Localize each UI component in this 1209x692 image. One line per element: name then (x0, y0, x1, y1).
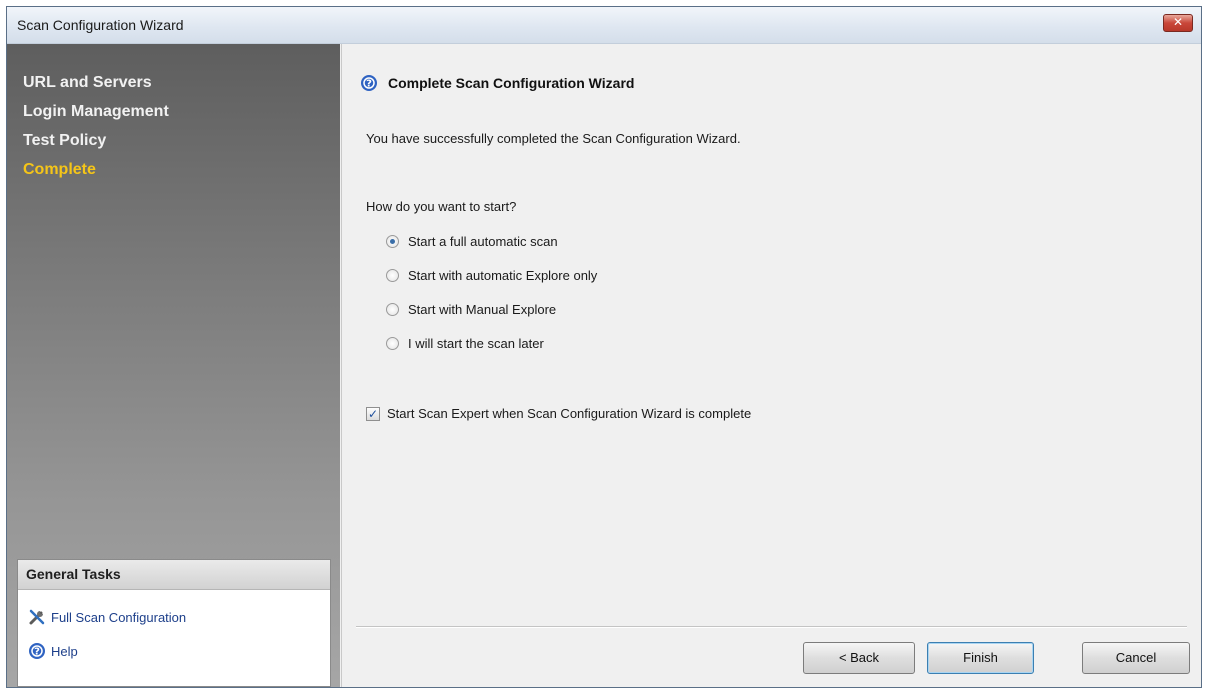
option-label: Start with automatic Explore only (408, 268, 598, 283)
help-icon: ? (28, 642, 46, 660)
radio-button[interactable] (386, 337, 399, 350)
step-url-and-servers[interactable]: URL and Servers (23, 74, 152, 92)
general-tasks-header: General Tasks (18, 560, 330, 590)
close-button[interactable]: ✕ (1163, 14, 1193, 32)
help-label: Help (51, 643, 78, 659)
start-question: How do you want to start? (366, 199, 517, 214)
step-test-policy[interactable]: Test Policy (23, 132, 106, 150)
option-automatic-explore-only[interactable]: Start with automatic Explore only (386, 268, 597, 283)
wizard-steps-sidebar: URL and Servers Login Management Test Po… (7, 44, 340, 687)
svg-text:?: ? (366, 79, 372, 90)
window-title: Scan Configuration Wizard (17, 17, 184, 33)
full-scan-configuration-link[interactable]: Full Scan Configuration (28, 607, 186, 627)
title-bar[interactable]: Scan Configuration Wizard ✕ (7, 7, 1201, 44)
page-heading: ? Complete Scan Configuration Wizard (360, 74, 634, 92)
help-icon: ? (360, 74, 378, 92)
step-complete[interactable]: Complete (23, 161, 96, 179)
wizard-content: ? Complete Scan Configuration Wizard You… (341, 44, 1201, 687)
start-scan-expert-checkbox[interactable]: ✓ (366, 406, 380, 421)
help-link[interactable]: ? Help (28, 641, 78, 661)
page-title: Complete Scan Configuration Wizard (388, 75, 635, 91)
option-manual-explore[interactable]: Start with Manual Explore (386, 302, 556, 317)
svg-text:?: ? (34, 647, 40, 658)
cancel-button[interactable]: Cancel (1082, 642, 1190, 674)
radio-button[interactable] (386, 303, 399, 316)
start-scan-expert-option[interactable]: ✓ Start Scan Expert when Scan Configurat… (366, 406, 751, 421)
full-scan-configuration-label: Full Scan Configuration (51, 609, 187, 625)
option-full-automatic-scan[interactable]: Start a full automatic scan (386, 234, 558, 249)
step-login-management[interactable]: Login Management (23, 103, 169, 121)
back-button[interactable]: < Back (803, 642, 915, 674)
option-label: I will start the scan later (408, 336, 544, 351)
general-tasks-panel: General Tasks Full Scan Configuration ? … (17, 559, 331, 687)
tools-icon (28, 608, 46, 626)
completion-message: You have successfully completed the Scan… (366, 131, 741, 146)
radio-button[interactable] (386, 269, 399, 282)
button-separator (356, 626, 1187, 628)
option-start-later[interactable]: I will start the scan later (386, 336, 544, 351)
option-label: Start with Manual Explore (408, 302, 557, 317)
finish-button[interactable]: Finish (927, 642, 1034, 674)
wizard-window: Scan Configuration Wizard ✕ URL and Serv… (6, 6, 1202, 688)
start-scan-expert-label: Start Scan Expert when Scan Configuratio… (387, 406, 752, 421)
close-icon: ✕ (1172, 15, 1184, 29)
option-label: Start a full automatic scan (408, 234, 558, 249)
radio-button[interactable] (386, 235, 399, 248)
